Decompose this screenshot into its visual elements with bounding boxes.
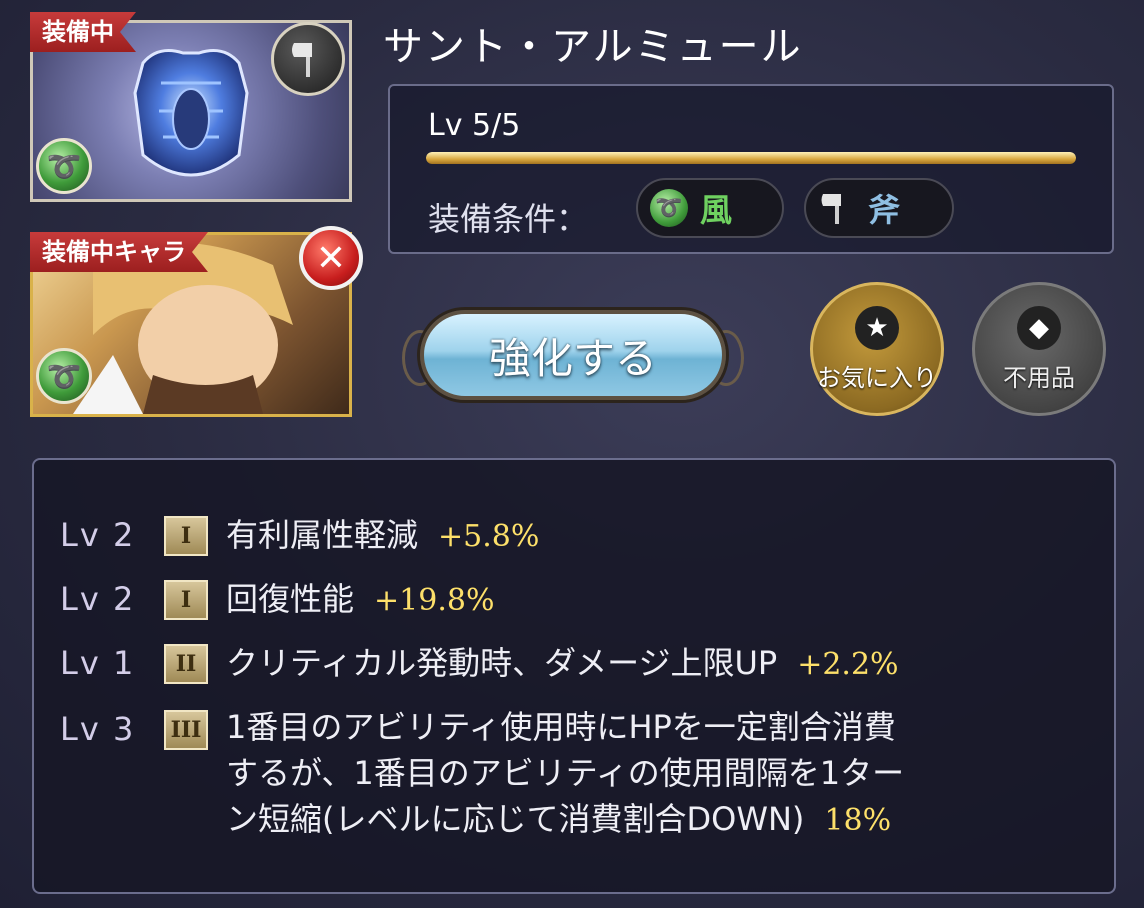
favorite-button[interactable]: ★ お気に入り [810, 282, 944, 416]
star-icon: ★ [855, 305, 899, 350]
skill-description: 有利属性軽減 +5.8% [226, 512, 539, 560]
skill-value: +19.8% [374, 583, 495, 618]
requirement-element-text: 風 [700, 191, 733, 229]
requirement-weapon-text: 斧 [868, 191, 901, 229]
requirement-element: ➰ 風 [636, 178, 784, 238]
skill-text-line: ン短縮(レベルに応じて消費割合DOWN) 18% [226, 796, 904, 844]
level-bar-fill [426, 152, 1076, 164]
skill-description: 1番目のアビリティ使用時にHPを一定割合消費 するが、1番目のアビリティの使用間… [226, 704, 904, 844]
favorite-label: お気に入り [817, 363, 937, 392]
skill-level: Lv 2 [60, 516, 136, 554]
skill-level: Lv 2 [60, 580, 136, 618]
rank-badge: I [164, 580, 208, 620]
equipped-character-tag: 装備中キャラ [30, 232, 208, 272]
rank-badge: III [164, 710, 208, 750]
wind-icon: ➰ [36, 138, 92, 194]
skill-value: +2.2% [797, 647, 899, 682]
axe-icon [818, 189, 856, 227]
skill-text: クリティカル発動時、ダメージ上限UP [226, 644, 778, 682]
requirement-weapon: 斧 [804, 178, 954, 238]
skills-panel: Lv 2 I 有利属性軽減 +5.8% Lv 2 I 回復性能 +19.8% Lv … [32, 458, 1116, 894]
skill-level: Lv 3 [60, 710, 136, 748]
requirements-label: 装備条件： [428, 200, 589, 238]
close-icon[interactable]: ✕ [299, 226, 363, 290]
junk-label: 不用品 [1003, 363, 1075, 392]
skill-text-line: するが、1番目のアビリティの使用間隔を1ター [226, 754, 905, 792]
enhance-button-label: 強化する [420, 310, 726, 400]
skill-text: 有利属性軽減 [226, 516, 419, 554]
axe-icon [271, 22, 345, 96]
skill-text-line: 1番目のアビリティ使用時にHPを一定割合消費 [226, 708, 896, 746]
wind-icon: ➰ [650, 189, 688, 227]
skill-text: ン短縮(レベルに応じて消費割合DOWN) [226, 800, 805, 838]
level-panel: Lv 5/5 装備条件： ➰ 風 斧 [388, 84, 1114, 254]
level-bar [426, 152, 1076, 164]
skill-description: クリティカル発動時、ダメージ上限UP +2.2% [226, 640, 899, 688]
skill-text: 回復性能 [226, 580, 355, 618]
skill-value: +5.8% [438, 519, 540, 554]
level-text: Lv 5/5 [428, 108, 521, 143]
skill-description: 回復性能 +19.8% [226, 576, 494, 624]
junk-button[interactable]: ◆ 不用品 [972, 282, 1106, 416]
skill-level: Lv 1 [60, 644, 136, 682]
character-wind-icon: ➰ [36, 348, 92, 404]
skill-value: 18% [824, 803, 892, 838]
rank-badge: I [164, 516, 208, 556]
item-name: サント・アルミュール [383, 24, 803, 70]
rank-badge: II [164, 644, 208, 684]
junk-icon: ◆ [1017, 305, 1061, 350]
enhance-button[interactable]: 強化する [400, 300, 746, 410]
